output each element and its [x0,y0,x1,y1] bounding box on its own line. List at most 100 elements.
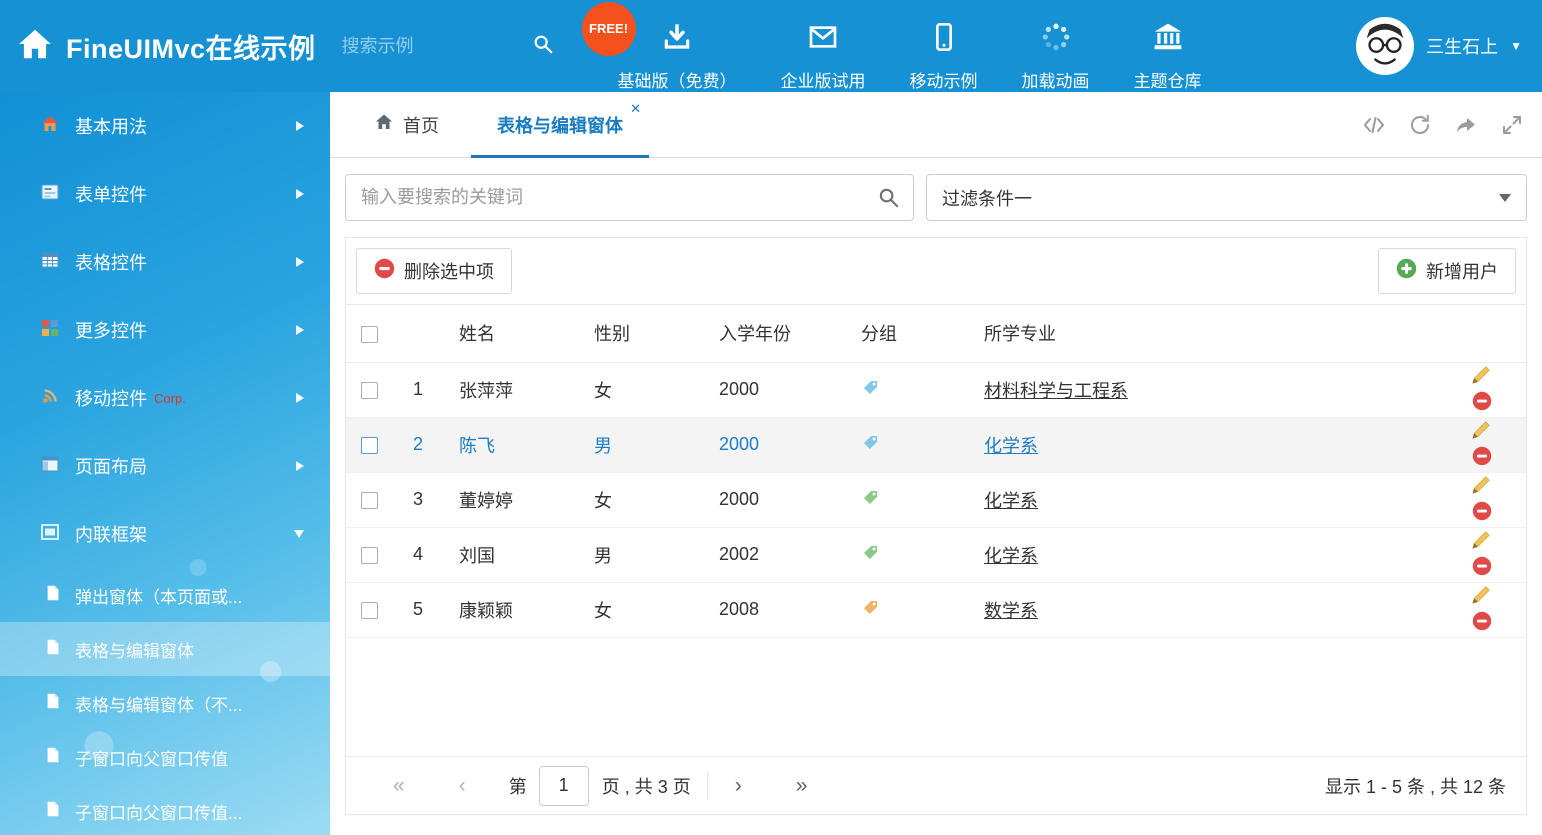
theme-bank-icon [1152,21,1184,58]
cell-year: 2008 [704,582,849,637]
row-checkbox[interactable] [361,492,378,509]
page-prefix: 第 [509,773,527,799]
expand-icon[interactable] [1500,113,1524,137]
table-row[interactable]: 3 董婷婷 女 2000 化学系 [346,472,1526,527]
avatar [1356,17,1414,75]
last-page-icon[interactable]: » [769,775,835,796]
filter-dropdown[interactable]: 过滤条件一 [926,174,1527,221]
table-header-row: 姓名 性别 入学年份 分组 所学专业 [346,305,1526,362]
row-index: 2 [392,417,444,472]
edit-pencil-icon[interactable] [1470,529,1492,556]
first-page-icon[interactable]: « [366,775,432,796]
row-checkbox[interactable] [361,547,378,564]
tab-grid-edit-window[interactable]: 表格与编辑窗体 ✕ [471,92,649,157]
page-number-input[interactable] [539,766,589,806]
tag-icon[interactable] [861,436,880,456]
user-menu[interactable]: 三生石上 ▼ [1356,17,1522,75]
tag-icon[interactable] [861,381,880,401]
major-link[interactable]: 化学系 [984,546,1038,566]
sidebar-item-iframe[interactable]: 内联框架 [0,500,330,568]
delete-row-icon[interactable] [1472,501,1492,526]
table-row[interactable]: 5 康颖颖 女 2008 数学系 [346,582,1526,637]
edit-pencil-icon[interactable] [1470,419,1492,446]
row-checkbox[interactable] [361,382,378,399]
sidebar-item-grid-controls[interactable]: 表格控件 [0,228,330,296]
column-index [392,305,444,362]
nav-item-theme-repo[interactable]: 主题仓库 [1134,1,1202,92]
nav-label: 企业版试用 [781,67,866,92]
file-icon [44,638,62,661]
sidebar-subitem-popup-window[interactable]: 弹出窗体（本页面或... [0,568,330,622]
delete-row-icon[interactable] [1472,611,1492,636]
sidebar-subitem-child-to-parent-2[interactable]: 子窗口向父窗口传值... [0,784,330,835]
row-checkbox[interactable] [361,437,378,454]
main-content: 首页 表格与编辑窗体 ✕ [330,92,1542,835]
share-icon[interactable] [1454,113,1478,137]
chevron-down-icon [1499,194,1511,202]
delete-row-icon[interactable] [1472,556,1492,581]
tag-icon[interactable] [861,546,880,566]
edit-pencil-icon[interactable] [1470,474,1492,501]
sidebar-subitem-grid-edit-window-2[interactable]: 表格与编辑窗体（不... [0,676,330,730]
delete-row-icon[interactable] [1472,391,1492,416]
brand[interactable]: FineUIMvc在线示例 [0,25,316,68]
search-icon[interactable] [877,186,900,214]
next-page-icon[interactable]: › [708,775,769,796]
sidebar-subitem-label: 子窗口向父窗口传值 [75,745,228,770]
row-checkbox[interactable] [361,602,378,619]
select-all-checkbox[interactable] [361,326,378,343]
sidebar-subitem-child-to-parent[interactable]: 子窗口向父窗口传值 [0,730,330,784]
add-user-button[interactable]: 新增用户 [1378,248,1516,294]
sidebar-item-page-layout[interactable]: 页面布局 [0,432,330,500]
major-link[interactable]: 材料科学与工程系 [984,381,1128,401]
keyword-search-input[interactable] [345,174,914,221]
edit-pencil-icon[interactable] [1470,584,1492,611]
keyword-search [345,174,914,221]
column-gender: 性别 [579,305,704,362]
top-nav: FREE! 基础版（免费） 企业版试用 移动示例 加载动画 [618,1,1202,92]
edit-pencil-icon[interactable] [1470,364,1492,391]
sidebar-item-basic-usage[interactable]: 基本用法 [0,92,330,160]
major-link[interactable]: 化学系 [984,491,1038,511]
add-user-label: 新增用户 [1426,258,1498,284]
major-link[interactable]: 化学系 [984,436,1038,456]
tab-close-icon[interactable]: ✕ [630,101,641,117]
signal-icon [40,386,60,411]
sidebar-item-more-controls[interactable]: 更多控件 [0,296,330,364]
nav-item-basic-free[interactable]: FREE! 基础版（免费） [618,1,737,92]
sidebar-item-mobile-controls[interactable]: 移动控件 Corp. [0,364,330,432]
free-badge: FREE! [582,2,636,56]
refresh-icon[interactable] [1408,113,1432,137]
tag-icon[interactable] [861,491,880,511]
table-row[interactable]: 1 张萍萍 女 2000 材料科学与工程系 [346,362,1526,417]
row-index: 4 [392,527,444,582]
nav-item-loading-animation[interactable]: 加载动画 [1022,1,1090,92]
cell-name: 张萍萍 [444,362,579,417]
sidebar-subitem-label: 表格与编辑窗体 [75,637,194,662]
sidebar-item-form-controls[interactable]: 表单控件 [0,160,330,228]
nav-item-mobile-demo[interactable]: 移动示例 [910,1,978,92]
major-link[interactable]: 数学系 [984,601,1038,621]
sidebar: 基本用法 表单控件 表格控件 更多控件 移动控件 Corp. 页面布局 内联框架… [0,92,330,835]
chevron-right-icon [296,257,304,267]
delete-selected-button[interactable]: 删除选中项 [356,248,512,294]
cell-gender: 男 [579,527,704,582]
table-row[interactable]: 4 刘国 男 2002 化学系 [346,527,1526,582]
sidebar-subitem-grid-edit-window[interactable]: 表格与编辑窗体 [0,622,330,676]
nav-item-enterprise-trial[interactable]: 企业版试用 [781,1,866,92]
tag-icon[interactable] [861,601,880,621]
source-code-icon[interactable] [1362,113,1386,137]
cell-gender: 男 [579,417,704,472]
delete-row-icon[interactable] [1472,446,1492,471]
search-icon[interactable] [532,33,554,60]
prev-page-icon[interactable]: ‹ [432,775,493,796]
form-icon [40,182,60,207]
chevron-right-icon [296,393,304,403]
table-row[interactable]: 2 陈飞 男 2000 化学系 [346,417,1526,472]
tab-home[interactable]: 首页 [348,92,465,157]
cell-major: 材料科学与工程系 [969,362,1411,417]
top-search-input[interactable] [342,36,502,57]
tab-label: 表格与编辑窗体 [497,112,623,138]
file-icon [44,746,62,769]
frame-icon [40,522,60,547]
